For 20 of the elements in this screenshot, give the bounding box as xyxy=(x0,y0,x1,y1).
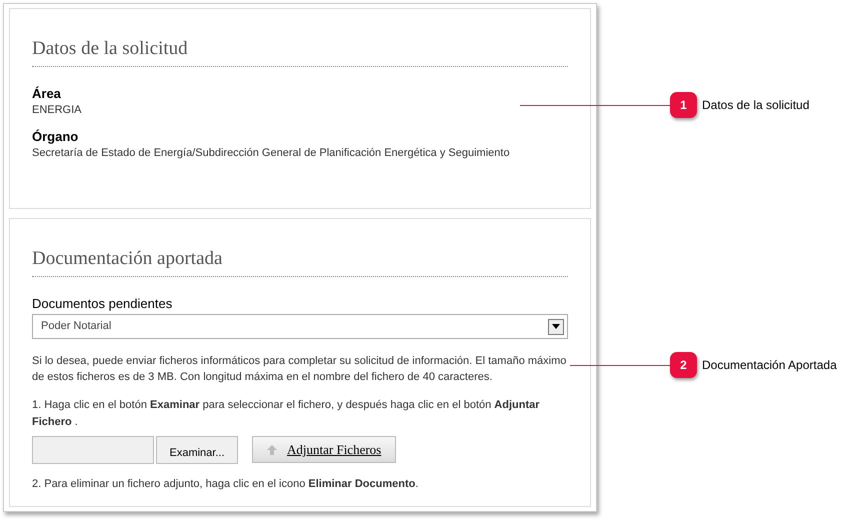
info-paragraph: Si lo desea, puede enviar ficheros informáticos para completar su solicitud de información. El tamaño máximo de estos ficheros es de 3 MB. Con longitud máxima en el nombre del fichero de 40 caracteres. xyxy=(32,354,568,385)
field-label: Órgano xyxy=(32,130,80,143)
callout-label: Datos de la solicitud xyxy=(702,97,810,114)
callout-badge: 1 xyxy=(670,92,697,118)
attach-files-button[interactable]: Adjuntar Ficheros xyxy=(252,436,396,463)
field-value: Secretaría de Estado de Energía/Subdirección General de Planificación Energética y Seguimiento xyxy=(32,148,511,159)
callout-badge: 2 xyxy=(670,352,697,378)
document-select[interactable]: Poder Notarial xyxy=(32,314,568,339)
section-title: Documentación aportada xyxy=(32,247,222,271)
instruction-text: 1. Haga clic en el botón Examinar para seleccionar el fichero, y después haga clic en el botón Adjuntar Fichero . xyxy=(32,398,541,430)
callout-label: Documentación Aportada xyxy=(702,357,837,374)
field-value: ENERGIA xyxy=(32,105,83,116)
instruction-text: 2. Para eliminar un fichero adjunto, haga clic en el icono Eliminar Documento. xyxy=(32,477,420,492)
dropdown-caret-icon xyxy=(548,318,564,334)
section-title: Datos de la solicitud xyxy=(32,37,188,61)
select-label: Documentos pendientes xyxy=(32,297,174,310)
upload-arrow-icon xyxy=(267,444,277,454)
field-label: Área xyxy=(32,87,62,100)
file-input[interactable] xyxy=(32,436,154,464)
browse-button[interactable]: Examinar... xyxy=(156,436,238,464)
